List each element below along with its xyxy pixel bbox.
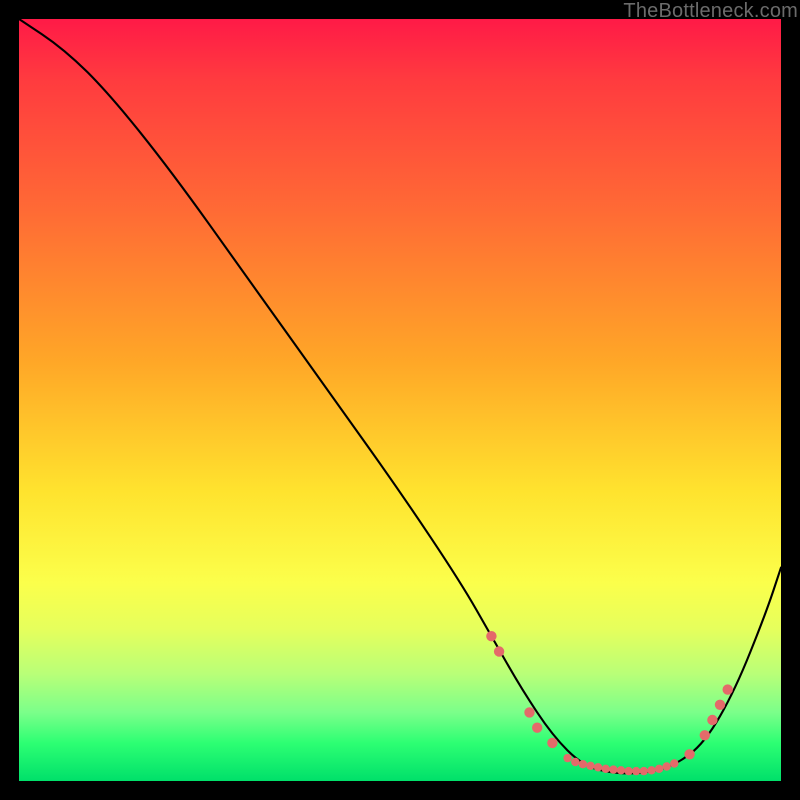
valley-marker [494, 646, 504, 656]
valley-marker [532, 723, 542, 733]
valley-marker [586, 762, 594, 770]
valley-marker [723, 684, 733, 694]
chart-svg [19, 19, 781, 781]
valley-marker [602, 765, 610, 773]
valley-markers-group [486, 631, 733, 775]
valley-marker [647, 766, 655, 774]
valley-marker [684, 749, 694, 759]
valley-marker [640, 767, 648, 775]
valley-marker [524, 707, 534, 717]
valley-marker [547, 738, 557, 748]
valley-marker [563, 754, 571, 762]
chart-frame [19, 19, 781, 781]
valley-marker [609, 765, 617, 773]
valley-marker [663, 762, 671, 770]
valley-marker [655, 765, 663, 773]
valley-marker [579, 760, 587, 768]
valley-marker [486, 631, 496, 641]
valley-marker [624, 767, 632, 775]
valley-marker [700, 730, 710, 740]
valley-marker [715, 700, 725, 710]
valley-marker [571, 758, 579, 766]
watermark-text: TheBottleneck.com [623, 0, 798, 23]
valley-marker [594, 763, 602, 771]
valley-marker [707, 715, 717, 725]
valley-marker [670, 759, 678, 767]
valley-marker [617, 766, 625, 774]
valley-marker [632, 767, 640, 775]
bottleneck-curve [19, 19, 781, 773]
